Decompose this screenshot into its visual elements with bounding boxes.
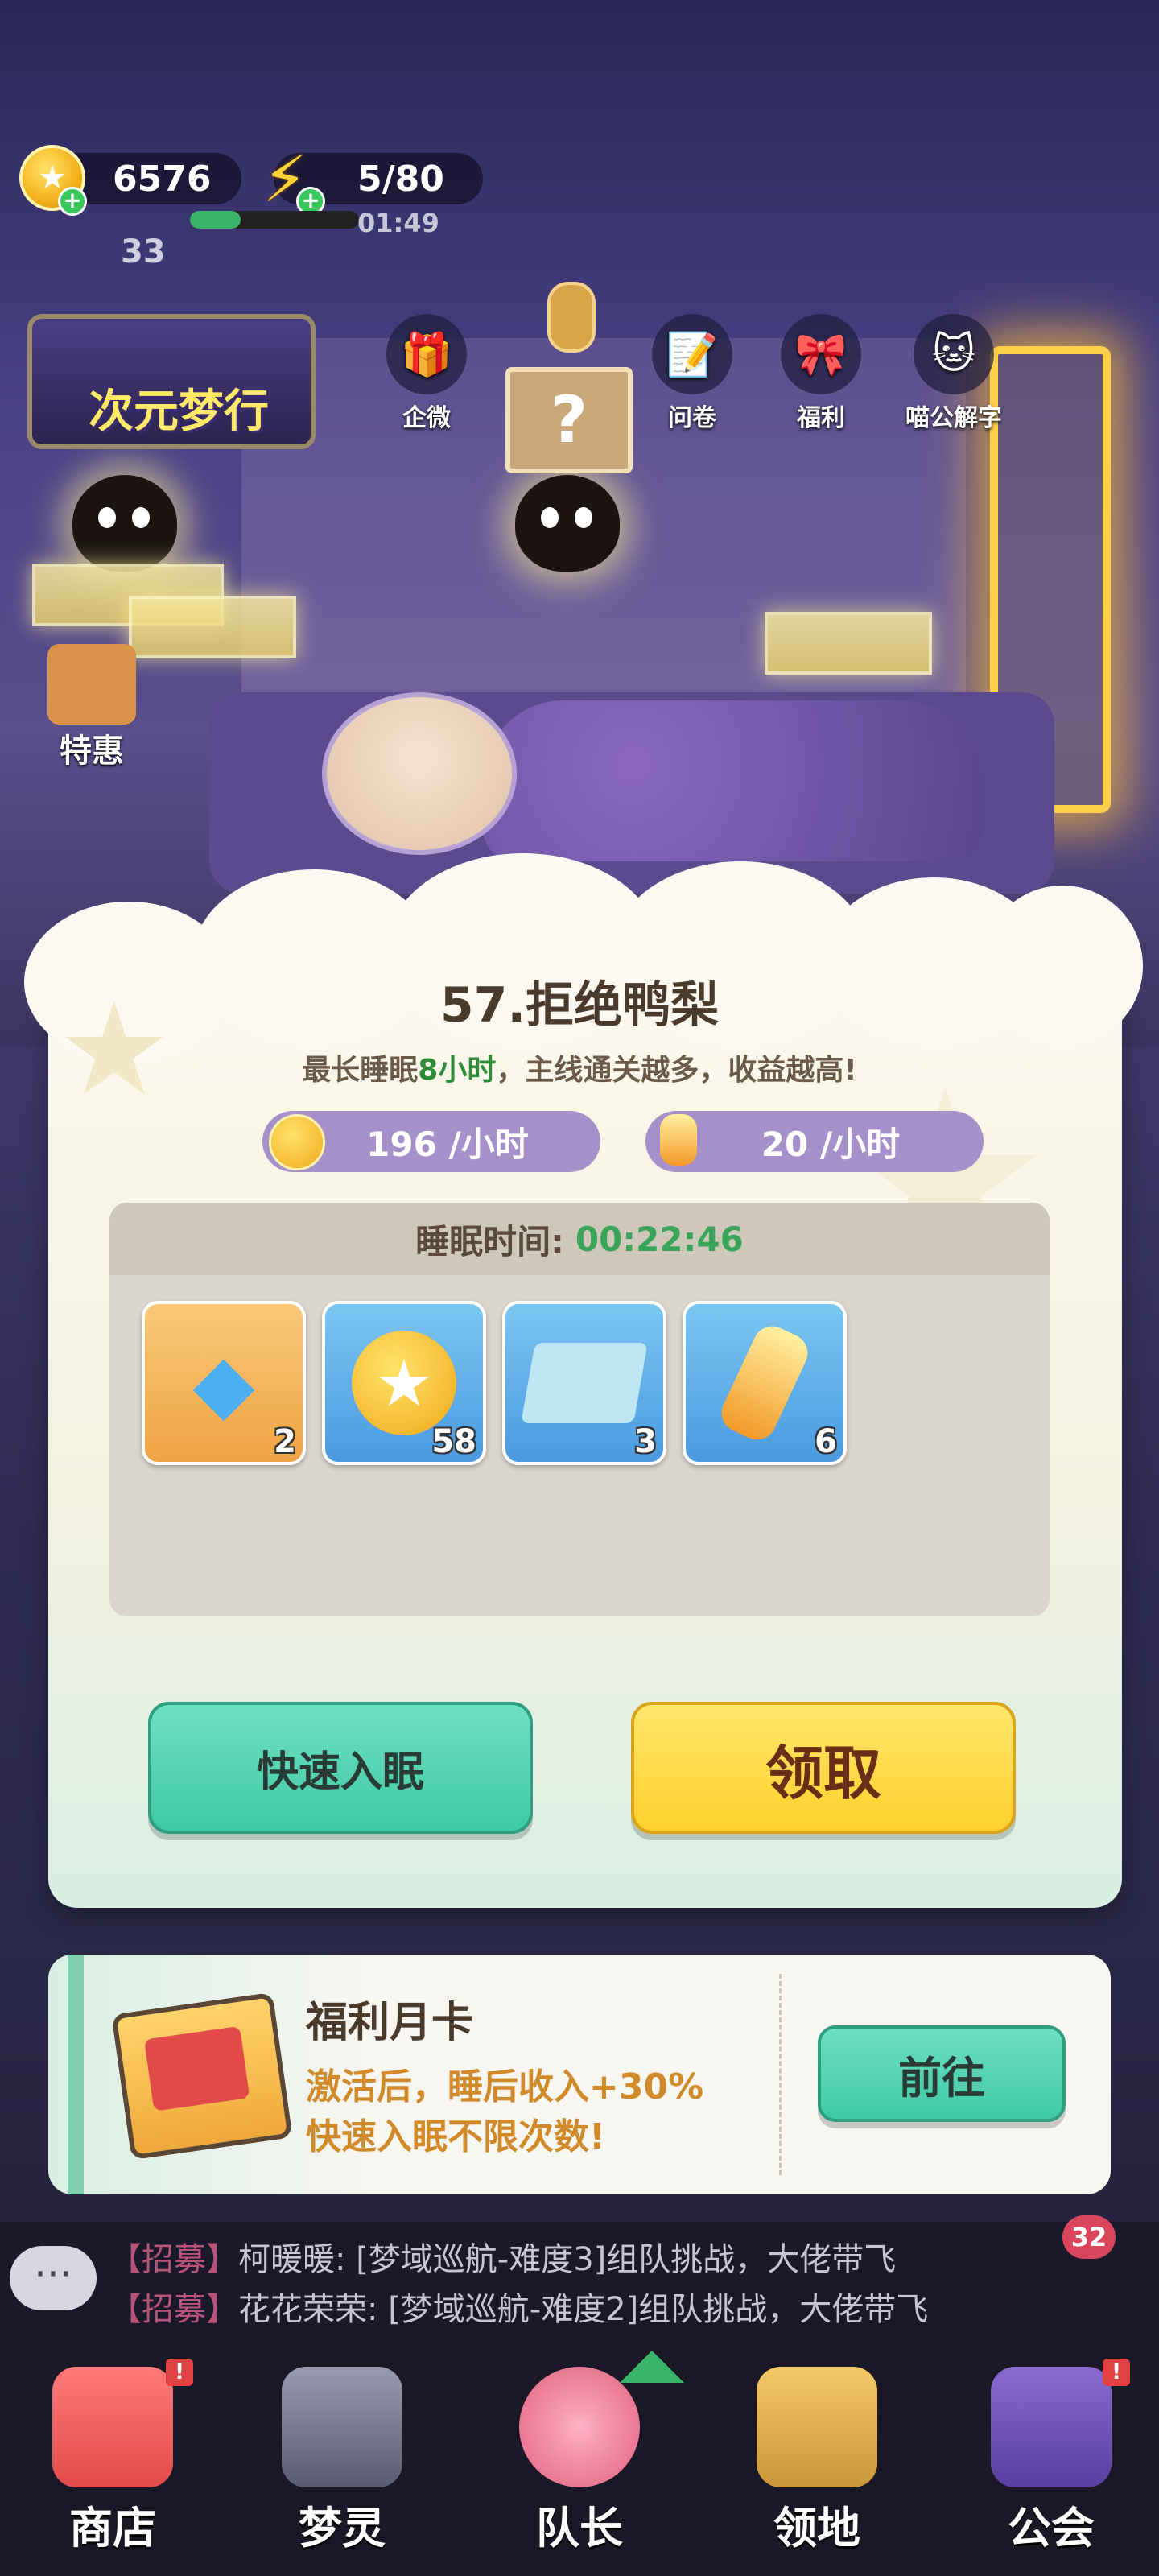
event-banner-label: 次元梦行 bbox=[89, 386, 269, 438]
captain-icon bbox=[519, 2367, 640, 2487]
banner-edge-stripe bbox=[68, 1955, 84, 2194]
deal-label: 特惠 bbox=[60, 733, 124, 770]
coin-on-top-icon bbox=[547, 282, 596, 353]
energy-timer: 01:49 bbox=[357, 208, 439, 238]
territory-icon bbox=[757, 2367, 877, 2487]
potion-icon bbox=[715, 1319, 815, 1447]
gift-icon: 🎁 bbox=[386, 314, 467, 394]
floating-block bbox=[765, 612, 932, 675]
sleep-subtitle: 最长睡眠8小时，主线通关越多，收益越高! bbox=[302, 1054, 857, 1087]
coin-icon bbox=[269, 1114, 325, 1170]
floating-block bbox=[129, 596, 296, 658]
menu-survey[interactable]: 📝 问卷 bbox=[644, 314, 740, 433]
welfare-icon: 🎀 bbox=[781, 314, 861, 394]
blanket bbox=[483, 700, 982, 861]
quick-sleep-button[interactable]: 快速入眠 bbox=[148, 1702, 533, 1834]
menu-enterprise[interactable]: 🎁 企微 bbox=[378, 314, 475, 433]
monthly-card-icon bbox=[111, 1992, 293, 2161]
diamond-icon: ◆ bbox=[192, 1335, 255, 1430]
deal-box-icon bbox=[47, 644, 136, 724]
coin-rate-pill: 196 /小时 bbox=[262, 1111, 600, 1172]
monthly-card-desc-1: 激活后，睡后收入+30% bbox=[306, 2066, 704, 2107]
cat-icon: 🐱 bbox=[914, 314, 994, 394]
energy-refill-bar bbox=[190, 211, 359, 229]
reward-item-coin[interactable]: ★ 58 bbox=[322, 1301, 486, 1465]
energy-amount: 5/80 bbox=[357, 158, 444, 200]
reward-item-diamond[interactable]: ◆ 2 bbox=[142, 1301, 306, 1465]
reward-item-potion[interactable]: 6 bbox=[683, 1301, 847, 1465]
player-level: 33 bbox=[121, 233, 166, 270]
monthly-card-banner[interactable]: 福利月卡 激活后，睡后收入+30% 快速入眠不限次数! 前往 bbox=[48, 1955, 1111, 2194]
potion-icon bbox=[660, 1114, 697, 1166]
claim-button[interactable]: 领取 bbox=[631, 1702, 1016, 1834]
survey-icon: 📝 bbox=[652, 314, 732, 394]
mystery-box-icon[interactable]: ? bbox=[505, 367, 633, 473]
nav-spirit[interactable]: 梦灵 bbox=[254, 2351, 431, 2568]
banner-divider bbox=[779, 1974, 782, 2175]
reward-item-map[interactable]: 3 bbox=[502, 1301, 666, 1465]
sleeping-character[interactable] bbox=[322, 692, 517, 855]
monthly-card-desc-2: 快速入眠不限次数! bbox=[306, 2116, 606, 2157]
guild-icon bbox=[991, 2367, 1112, 2487]
nav-captain[interactable]: 队长 bbox=[491, 2351, 668, 2568]
add-coins-button[interactable]: + bbox=[58, 187, 87, 216]
shadow-creature-center[interactable] bbox=[515, 475, 620, 572]
monthly-card-title: 福利月卡 bbox=[306, 1999, 474, 2047]
coin-amount: 6576 bbox=[113, 158, 212, 200]
potion-rate-pill: 20 /小时 bbox=[645, 1111, 984, 1172]
map-icon bbox=[521, 1343, 648, 1423]
menu-welfare[interactable]: 🎀 福利 bbox=[773, 314, 869, 433]
sleep-time-header: 睡眠时间: 00:22:46 bbox=[109, 1203, 1050, 1275]
spirit-icon bbox=[282, 2367, 402, 2487]
shop-icon bbox=[52, 2367, 173, 2487]
chat-message: 【招募】柯暖暖: [梦域巡航-难度3]组队挑战，大佬带飞 bbox=[109, 2241, 897, 2278]
nav-territory[interactable]: 领地 bbox=[728, 2351, 905, 2568]
guild-notification-badge: ! bbox=[1103, 2359, 1130, 2386]
chat-message: 【招募】花花荣荣: [梦域巡航-难度2]组队挑战，大佬带飞 bbox=[109, 2291, 929, 2328]
sleep-stage-title: 57.拒绝鸭梨 bbox=[439, 977, 720, 1034]
upgrade-arrow-icon bbox=[620, 2351, 684, 2383]
event-banner[interactable]: 次元梦行 bbox=[27, 314, 316, 449]
chat-unread-badge: 32 bbox=[1062, 2215, 1116, 2259]
coin-icon: ★ bbox=[352, 1331, 456, 1435]
shadow-creature-left[interactable] bbox=[72, 475, 177, 572]
shop-notification-badge: ! bbox=[166, 2359, 193, 2386]
menu-cat-puzzle[interactable]: 🐱 喵公解字 bbox=[893, 314, 1014, 433]
go-button[interactable]: 前往 bbox=[818, 2025, 1066, 2122]
chat-bubble-icon[interactable]: ··· bbox=[10, 2246, 97, 2310]
deal-button[interactable]: 特惠 bbox=[35, 644, 148, 773]
